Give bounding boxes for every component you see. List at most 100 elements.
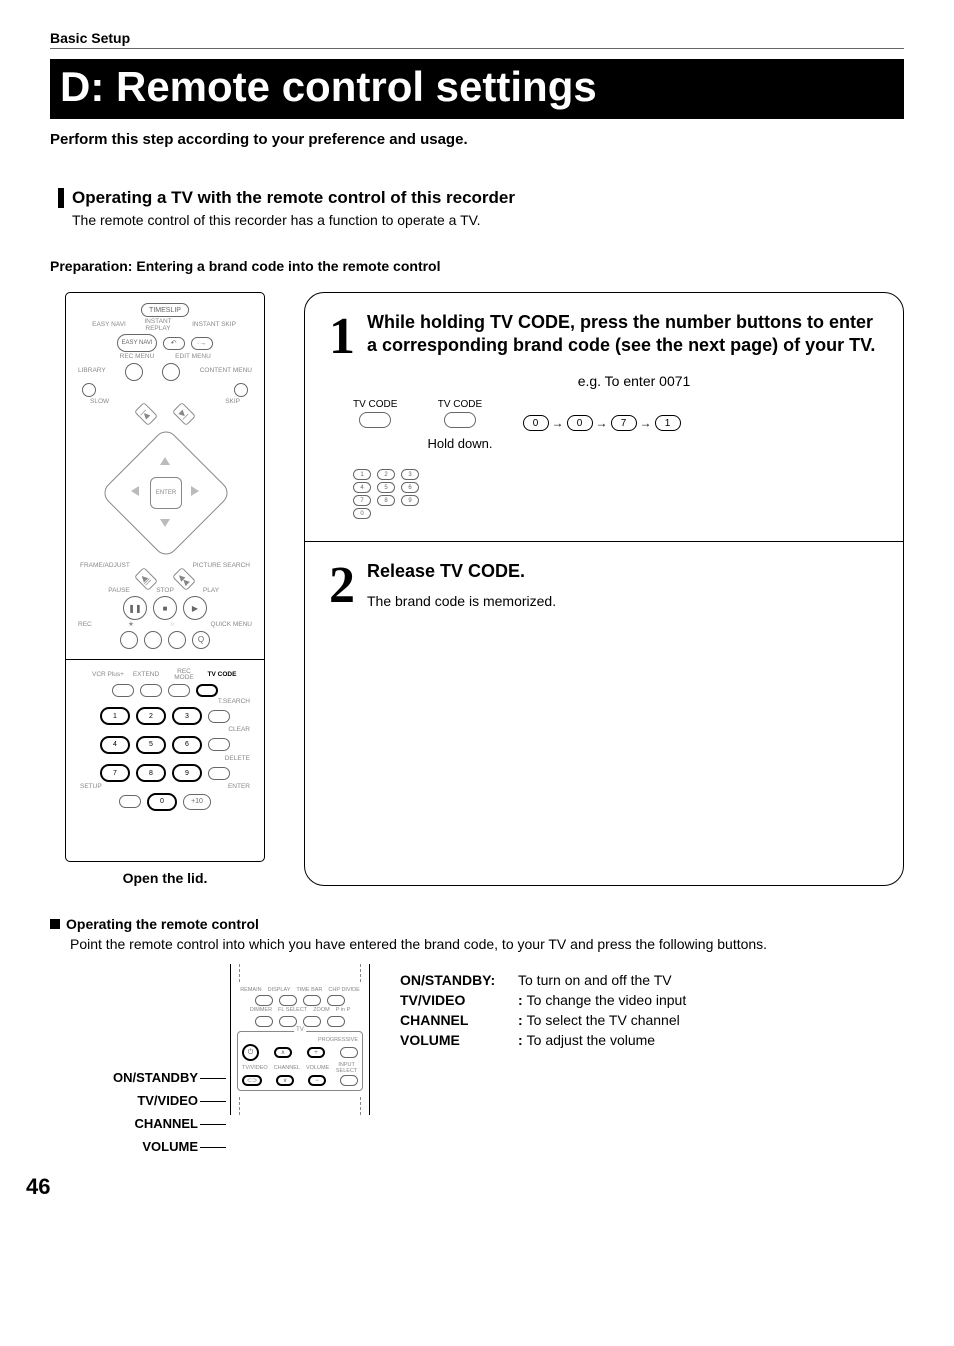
remote-diagram: TIMESLIP EASY NAVI INSTANT REPLAY INSTAN… xyxy=(50,292,280,886)
page-number: 46 xyxy=(26,1174,904,1200)
button-definitions: ON/STANDBY: To turn on and off the TV TV… xyxy=(400,968,686,1154)
instant-replay-label: INSTANT REPLAY xyxy=(133,319,183,332)
tvcode-hold-icon xyxy=(444,412,476,428)
enter-button: ENTER xyxy=(150,477,182,509)
example-label: e.g. To enter 0071 xyxy=(389,373,879,389)
bullet-icon xyxy=(50,919,60,929)
section-operating-tv-desc: The remote control of this recorder has … xyxy=(72,212,904,228)
timebar-button xyxy=(303,995,321,1006)
code-digit-1: 0 xyxy=(567,415,593,431)
channel-up-button: ∧ xyxy=(274,1047,292,1058)
tvvideo-label: TV/VIDEO xyxy=(242,1066,268,1072)
easy-navi-button: EASY NAVI xyxy=(117,334,156,352)
edit-menu-button xyxy=(162,363,180,381)
inputselect-label: INPUT SELECT xyxy=(335,1063,358,1074)
extend-label: EXTEND xyxy=(130,672,162,679)
tvcode-label: TV CODE xyxy=(206,672,238,679)
plus10-button: +10 xyxy=(183,794,211,810)
pause-label: PAUSE xyxy=(99,588,139,595)
dimmer-button xyxy=(255,1016,273,1027)
content-menu-label: CONTENT MENU xyxy=(200,368,252,375)
code-sequence: 0 → 0 → 7 → 1 xyxy=(523,415,681,431)
slow-label: SLOW xyxy=(90,399,109,406)
recmode-label: REC MODE xyxy=(168,669,200,682)
section-operating-tv: Operating a TV with the remote control o… xyxy=(58,188,904,208)
def-tvvideo-sep: : xyxy=(518,992,523,1008)
quick-menu-label: QUICK MENU xyxy=(210,622,252,629)
section-operating-remote: Operating the remote control xyxy=(66,916,259,932)
step-1-title: While holding TV CODE, press the number … xyxy=(367,311,879,358)
page-title: D: Remote control settings xyxy=(50,59,904,119)
def-tvvideo-key: TV/VIDEO xyxy=(400,992,518,1008)
tsearch-button xyxy=(208,710,230,723)
rec-menu-label: REC MENU xyxy=(112,354,162,361)
skip-fwd-button: ▶| xyxy=(172,402,196,426)
chpdivide-button xyxy=(327,995,345,1006)
zoom-label: ZOOM xyxy=(313,1008,330,1014)
library-label: LIBRARY xyxy=(78,368,106,375)
stop-button: ■ xyxy=(153,596,177,620)
callout-channel: CHANNEL xyxy=(134,1116,198,1131)
intro-text: Perform this step according to your pref… xyxy=(50,131,904,148)
key-0: 0 xyxy=(147,793,177,811)
remain-label: REMAIN xyxy=(240,988,261,994)
clear-label: CLEAR xyxy=(228,727,250,734)
circle-button xyxy=(168,631,186,649)
def-volume-sep: : xyxy=(518,1032,523,1048)
key-7: 7 xyxy=(100,764,130,782)
delete-button xyxy=(208,767,230,780)
vcrplus-label: VCR Plus+ xyxy=(92,672,124,679)
setup-label: SETUP xyxy=(80,784,102,791)
tvcode-button xyxy=(196,684,218,697)
def-channel-key: CHANNEL xyxy=(400,1012,518,1028)
onstandby-button: ⏻ xyxy=(242,1044,259,1061)
instant-skip-button: ·→ xyxy=(191,337,213,350)
easy-navi-label: EASY NAVI xyxy=(91,322,127,329)
code-digit-3: 1 xyxy=(655,415,681,431)
breadcrumb: Basic Setup xyxy=(50,30,904,49)
def-channel-val: To select the TV channel xyxy=(527,1012,680,1028)
display-label: DISPLAY xyxy=(268,988,291,994)
progressive-button xyxy=(340,1047,358,1058)
pinp-button xyxy=(327,1016,345,1027)
frame-adjust-label: FRAME/ADJUST xyxy=(80,563,130,570)
callout-onstandby: ON/STANDBY xyxy=(113,1070,198,1085)
chpdivide-label: CHP DIVIDE xyxy=(328,988,359,994)
quick-menu-button: Q xyxy=(192,631,210,649)
mini-keypad: 123 456 789 0 xyxy=(353,469,879,519)
picture-search-label: PICTURE SEARCH xyxy=(193,563,250,570)
hold-down-label: Hold down. xyxy=(427,436,492,451)
volume-down-button: − xyxy=(308,1075,326,1086)
tsearch-label: T.SEARCH xyxy=(218,699,250,706)
timeslip-button: TIMESLIP xyxy=(141,303,189,317)
section-operating-remote-desc: Point the remote control into which you … xyxy=(70,936,904,952)
extend-button xyxy=(140,684,162,697)
step-1-number: 1 xyxy=(329,311,355,363)
vcrplus-button xyxy=(112,684,134,697)
code-digit-0: 0 xyxy=(523,415,549,431)
def-volume-key: VOLUME xyxy=(400,1032,518,1048)
tv-tag: TV xyxy=(294,1027,306,1033)
def-tvvideo-val: To change the video input xyxy=(527,992,687,1008)
step-2-body: The brand code is memorized. xyxy=(367,593,556,609)
key-5: 5 xyxy=(136,736,166,754)
zoom-button xyxy=(303,1016,321,1027)
callout-labels: ON/STANDBY TV/VIDEO CHANNEL VOLUME xyxy=(113,1070,226,1154)
def-channel-sep: : xyxy=(518,1012,523,1028)
stop-label: STOP xyxy=(145,588,185,595)
arrow-icon: → xyxy=(640,416,652,430)
channel-down-button: ∨ xyxy=(276,1075,294,1086)
def-onstandby-key: ON/STANDBY: xyxy=(400,972,518,988)
key-6: 6 xyxy=(172,736,202,754)
arrow-icon: → xyxy=(596,416,608,430)
content-menu-button xyxy=(234,383,248,397)
preparation-heading: Preparation: Entering a brand code into … xyxy=(50,258,904,274)
def-volume-val: To adjust the volume xyxy=(527,1032,655,1048)
arrow-icon: → xyxy=(552,416,564,430)
def-onstandby-val: To turn on and off the TV xyxy=(518,972,672,988)
volume-label: VOLUME xyxy=(306,1066,329,1072)
callout-tvvideo: TV/VIDEO xyxy=(137,1093,198,1108)
key-2: 2 xyxy=(136,707,166,725)
star-button xyxy=(144,631,162,649)
open-lid-label: Open the lid. xyxy=(123,870,208,886)
